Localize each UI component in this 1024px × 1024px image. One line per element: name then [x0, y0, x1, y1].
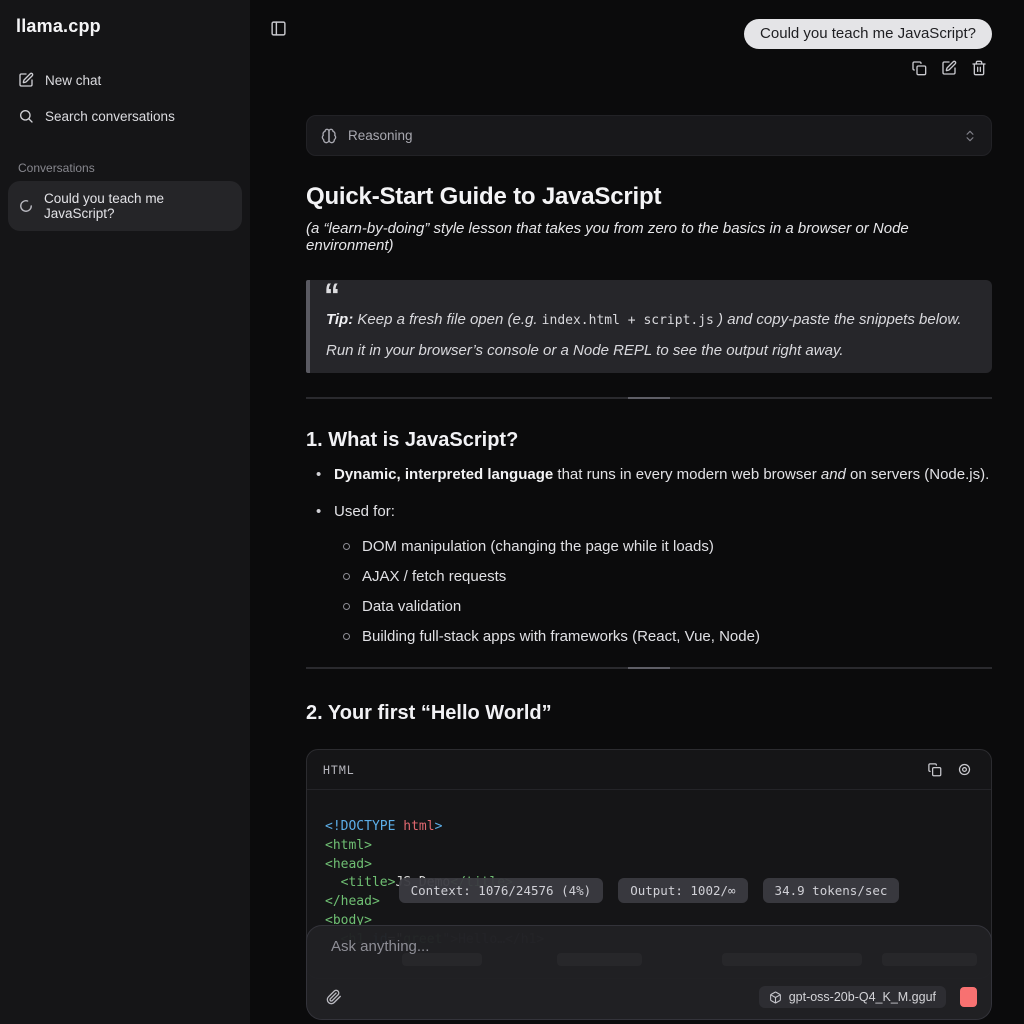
list-item: AJAX / fetch requests — [334, 566, 992, 587]
context-stat-badge: Context: 1076/24576 (4%) — [399, 878, 604, 903]
conversations-section-label: Conversations — [8, 161, 242, 175]
brain-icon — [321, 128, 337, 144]
code-language-label: HTML — [323, 763, 355, 777]
eye-icon — [957, 762, 972, 777]
inline-code: index.html — [542, 313, 620, 328]
list-item: Used for: DOM manipulation (changing the… — [306, 501, 992, 647]
stop-generation-button[interactable] — [960, 987, 977, 1007]
composer-toolbar: gpt-oss-20b-Q4_K_M.gguf — [321, 984, 977, 1010]
model-selector[interactable]: gpt-oss-20b-Q4_K_M.gguf — [759, 986, 946, 1008]
tip-line-1: Tip: Keep a fresh file open (e.g. index.… — [326, 310, 972, 331]
user-message-bubble: Could you teach me JavaScript? — [744, 19, 992, 49]
copy-icon — [911, 60, 927, 76]
search-icon — [18, 108, 34, 124]
copy-icon — [927, 762, 942, 777]
preview-code-button[interactable] — [951, 757, 977, 783]
paperclip-icon — [326, 989, 342, 1005]
reasoning-label: Reasoning — [348, 128, 413, 143]
list-item: Building full-stack apps with frameworks… — [334, 626, 992, 647]
user-message-row: Could you teach me JavaScript? — [306, 19, 992, 49]
app-title: llama.cpp — [8, 14, 242, 39]
loading-spinner-icon — [19, 199, 33, 213]
model-name: gpt-oss-20b-Q4_K_M.gguf — [789, 990, 936, 1004]
divider — [306, 667, 992, 669]
tip-line-2: Run it in your browser’s console or a No… — [326, 341, 972, 361]
chevrons-up-down-icon — [963, 129, 977, 143]
copy-code-button[interactable] — [921, 757, 947, 783]
sidebar: llama.cpp New chat Search conversations … — [0, 0, 250, 1024]
edit-icon — [941, 60, 957, 76]
attach-file-button[interactable] — [321, 984, 347, 1010]
conversation-title: Could you teach me JavaScript? — [44, 191, 231, 221]
article-title: Quick-Start Guide to JavaScript — [306, 183, 992, 211]
list-item: DOM manipulation (changing the page whil… — [334, 536, 992, 557]
list-item: Dynamic, interpreted language that runs … — [306, 464, 992, 485]
new-chat-button[interactable]: New chat — [8, 65, 242, 95]
code-block-header: HTML — [307, 750, 991, 790]
speed-stat-badge: 34.9 tokens/sec — [763, 878, 900, 903]
copy-message-button[interactable] — [906, 55, 932, 81]
list-item: Data validation — [334, 596, 992, 617]
package-icon — [769, 991, 782, 1004]
new-chat-label: New chat — [45, 73, 101, 88]
inline-code-sep: + — [620, 313, 643, 328]
divider — [306, 397, 992, 399]
section-1-list: Dynamic, interpreted language that runs … — [306, 464, 992, 647]
inline-code: script.js — [643, 313, 713, 328]
new-chat-icon — [18, 72, 34, 88]
quote-mark: “ — [324, 280, 340, 310]
sidebar-item-conversation[interactable]: Could you teach me JavaScript? — [8, 181, 242, 231]
sidebar-nav: New chat Search conversations — [8, 65, 242, 131]
edit-message-button[interactable] — [936, 55, 962, 81]
main-area: Could you teach me JavaScript? — [250, 0, 1024, 1024]
composer: gpt-oss-20b-Q4_K_M.gguf — [306, 925, 992, 1020]
search-conversations-label: Search conversations — [45, 109, 175, 124]
generation-stats: Context: 1076/24576 (4%) Output: 1002/∞ … — [306, 878, 992, 903]
search-conversations-button[interactable]: Search conversations — [8, 101, 242, 131]
delete-message-button[interactable] — [966, 55, 992, 81]
output-stat-badge: Output: 1002/∞ — [618, 878, 747, 903]
message-actions — [306, 55, 992, 81]
tip-blockquote: “ Tip: Keep a fresh file open (e.g. inde… — [306, 280, 992, 373]
article-subtitle: (a “learn-by-doing” style lesson that ta… — [306, 220, 992, 254]
section-1-heading: 1. What is JavaScript? — [306, 429, 992, 452]
message-input[interactable] — [331, 938, 967, 972]
chat-scroll-area: Could you teach me JavaScript? — [250, 0, 1024, 1024]
used-for-sublist: DOM manipulation (changing the page whil… — [334, 536, 992, 647]
reasoning-collapse-bar[interactable]: Reasoning — [306, 115, 992, 156]
section-2-heading: 2. Your first “Hello World” — [306, 702, 992, 725]
trash-icon — [971, 60, 987, 76]
